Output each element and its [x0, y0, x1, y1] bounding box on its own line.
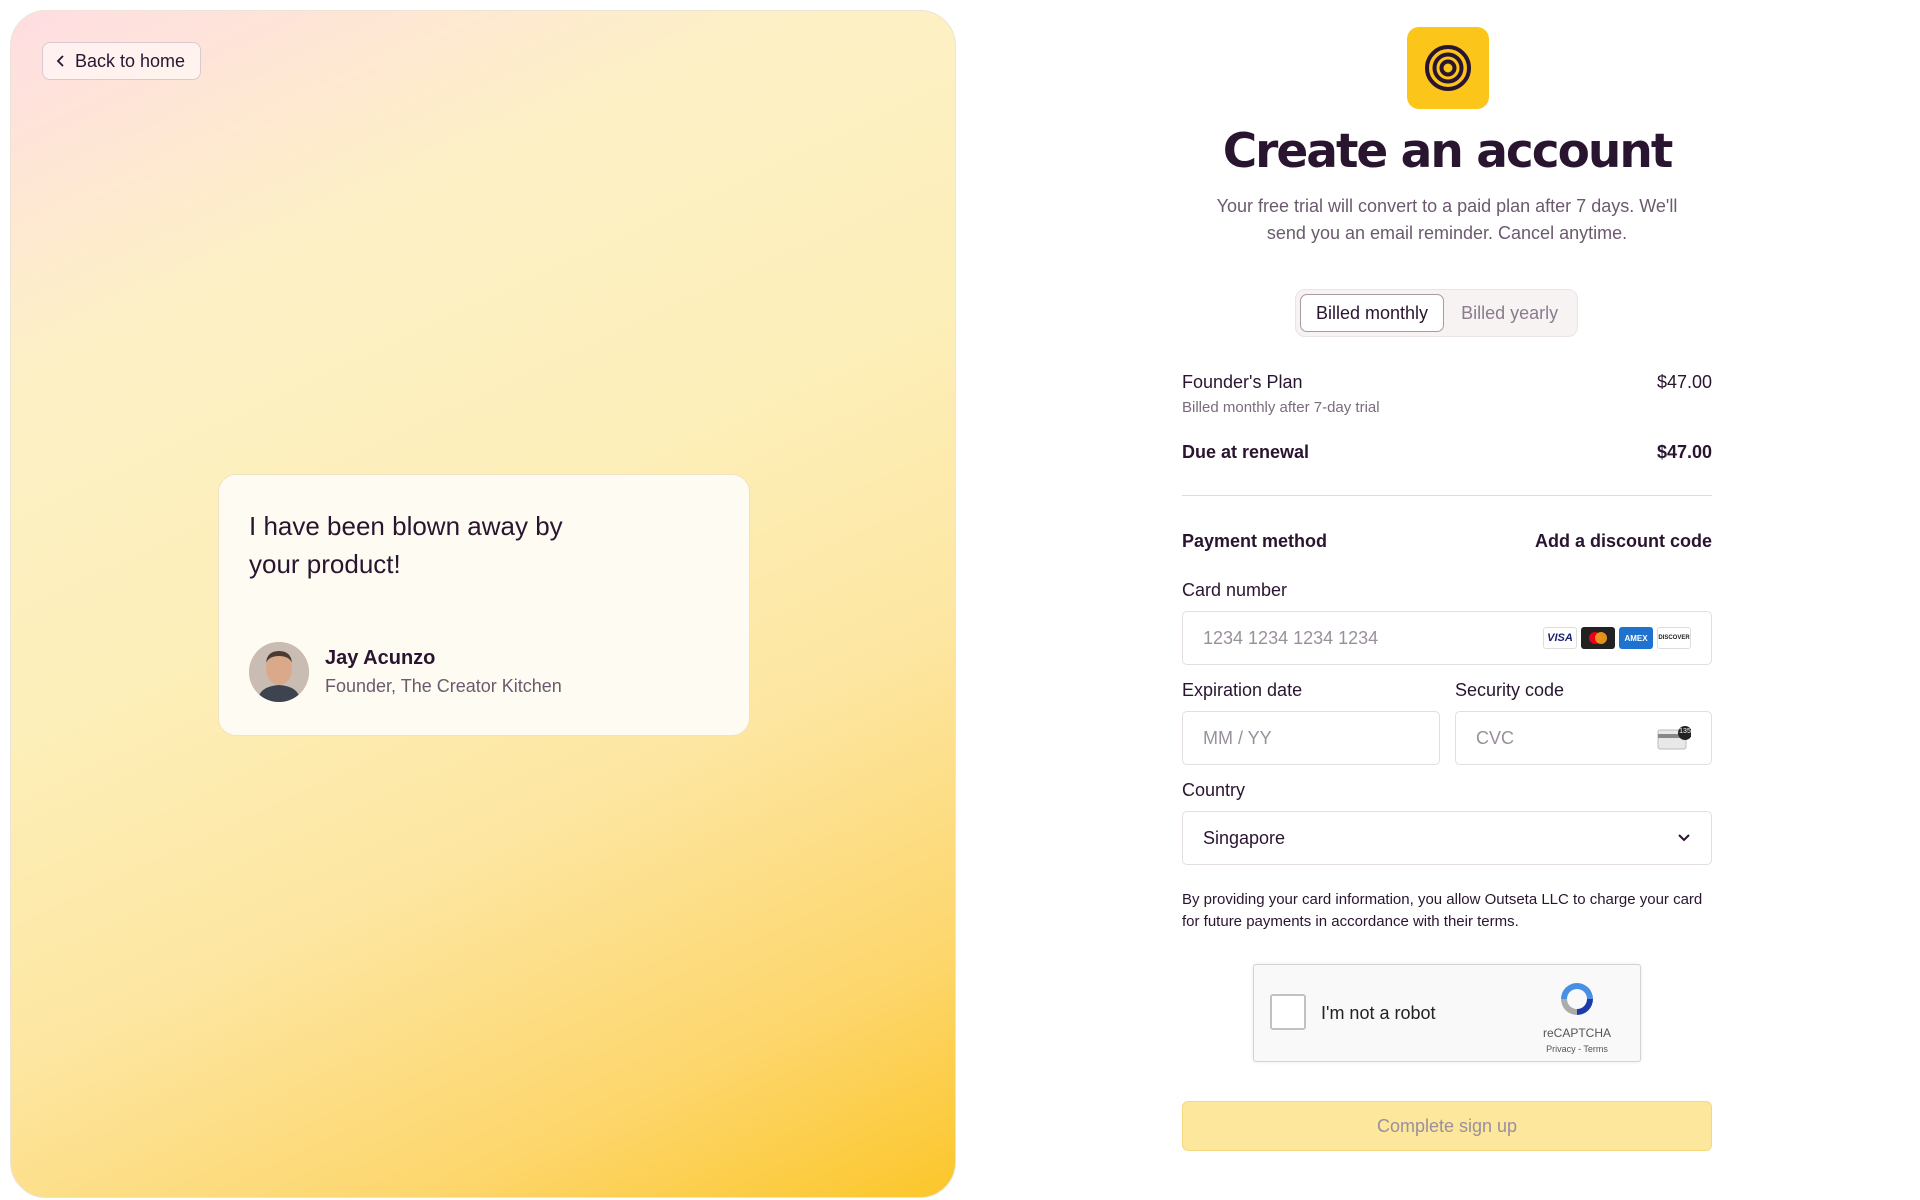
spiral-icon [1425, 45, 1471, 91]
testimonial-card: I have been blown away by your product! … [218, 474, 750, 736]
page-subtitle: Your free trial will convert to a paid p… [1216, 196, 1678, 243]
recaptcha-branding: reCAPTCHA Privacy - Terms [1532, 979, 1622, 1054]
payment-method-label: Payment method [1182, 531, 1328, 551]
country-value: Singapore [1203, 827, 1286, 848]
card-number-input[interactable]: 1234 1234 1234 1234 VISA AMEX DISCOVER [1182, 611, 1712, 665]
amex-icon: AMEX [1619, 627, 1653, 649]
testimonial-quote: I have been blown away by your product! [249, 511, 563, 579]
card-brand-icons: VISA AMEX DISCOVER [1543, 627, 1691, 649]
visa-icon: VISA [1543, 627, 1577, 649]
security-code-label: Security code [1455, 680, 1565, 700]
card-number-label: Card number [1182, 580, 1288, 600]
cvc-badge: 135 [1679, 728, 1691, 735]
chevron-down-icon [1678, 834, 1690, 842]
renewal-row: Due at renewal $47.00 [1182, 442, 1712, 463]
security-code-placeholder: CVC [1476, 727, 1515, 748]
plan-price: $47.00 [1656, 372, 1712, 392]
author-role: Founder, The Creator Kitchen [325, 676, 562, 696]
renewal-price: $47.00 [1656, 442, 1712, 462]
card-disclaimer: By providing your card information, you … [1182, 891, 1703, 930]
recaptcha-links[interactable]: Privacy - Terms [1532, 1044, 1622, 1054]
recaptcha-logo-icon [1561, 983, 1593, 1015]
plan-billing-note: Billed monthly after 7-day trial [1182, 399, 1380, 416]
avatar [249, 642, 309, 702]
expiration-date-placeholder: MM / YY [1203, 727, 1272, 748]
complete-sign-up-button[interactable]: Complete sign up [1182, 1101, 1712, 1151]
mastercard-icon [1581, 627, 1615, 649]
brand-logo [1407, 27, 1489, 109]
divider [1182, 495, 1712, 496]
plan-summary-row: Founder's Plan Billed monthly after 7-da… [1182, 372, 1712, 416]
plan-name: Founder's Plan [1182, 372, 1303, 392]
payment-header: Payment method Add a discount code [1182, 531, 1712, 552]
recaptcha-widget: I'm not a robot reCAPTCHA Privacy - Term… [1253, 964, 1641, 1062]
add-discount-code-link[interactable]: Add a discount code [1535, 531, 1712, 552]
expiration-date-label: Expiration date [1182, 680, 1303, 700]
billing-toggle: Billed monthly Billed yearly [1295, 289, 1579, 337]
billing-yearly-option[interactable]: Billed yearly [1446, 294, 1573, 332]
billing-monthly-option[interactable]: Billed monthly [1300, 294, 1445, 332]
chevron-left-icon [56, 55, 64, 67]
recaptcha-label: I'm not a robot [1321, 1003, 1436, 1023]
discover-icon: DISCOVER [1657, 627, 1691, 649]
expiration-date-input[interactable]: MM / YY [1182, 711, 1440, 765]
page-title: Create an account [1222, 124, 1674, 179]
recaptcha-brand-text: reCAPTCHA [1542, 1026, 1611, 1040]
testimonial-panel: Back to home I have been blown away by y… [10, 10, 956, 1198]
country-label: Country [1182, 780, 1246, 800]
security-code-input[interactable]: CVC 135 [1455, 711, 1712, 765]
back-to-home-button[interactable]: Back to home [42, 42, 202, 80]
testimonial-author: Jay Acunzo Founder, The Creator Kitchen [249, 642, 562, 702]
author-name: Jay Acunzo [325, 647, 436, 669]
renewal-label: Due at renewal [1182, 442, 1310, 462]
recaptcha-checkbox[interactable] [1270, 994, 1306, 1030]
country-select[interactable]: Singapore [1182, 811, 1712, 865]
card-number-placeholder: 1234 1234 1234 1234 [1203, 627, 1379, 648]
cvc-card-icon: 135 [1657, 726, 1691, 750]
back-to-home-label: Back to home [75, 50, 186, 71]
signup-form: Create an account Your free trial will c… [1182, 0, 1712, 1200]
